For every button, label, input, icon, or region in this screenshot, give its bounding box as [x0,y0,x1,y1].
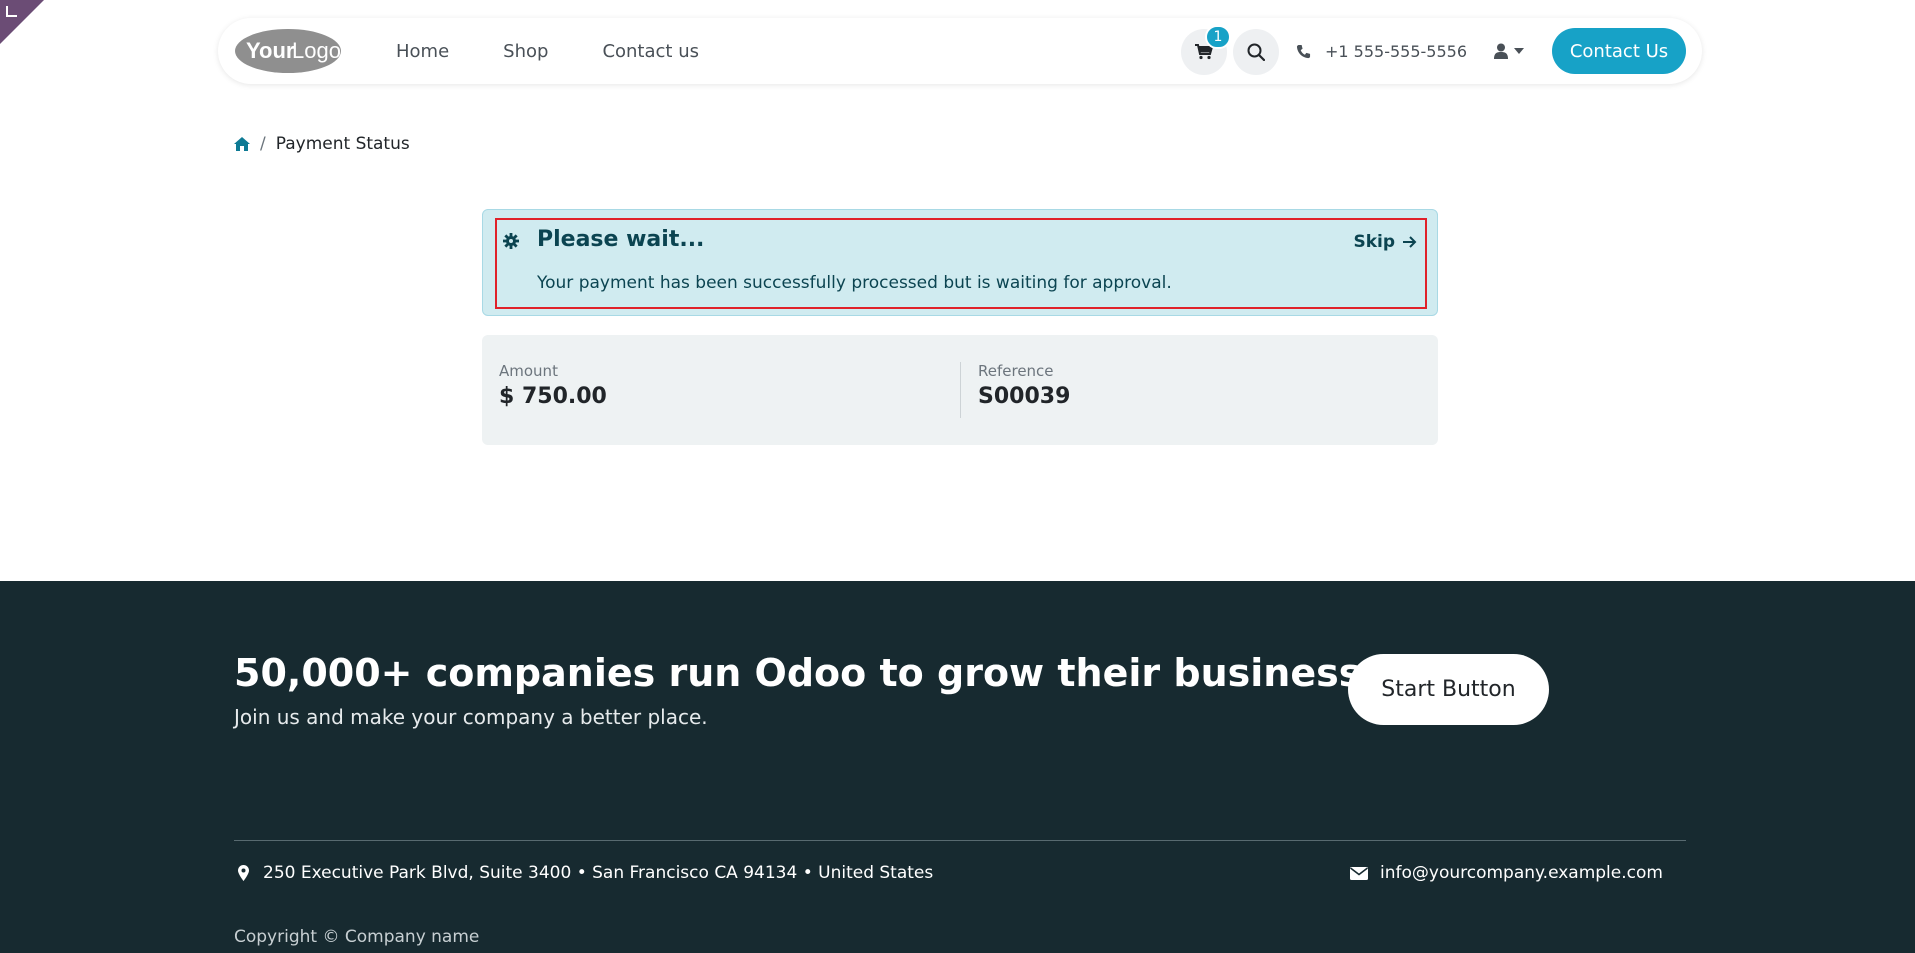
user-menu-dropdown[interactable] [1494,18,1524,84]
reference-value: S00039 [978,384,1071,409]
skip-link[interactable]: Skip [1353,232,1417,252]
highlight-box: Please wait... Your payment has been suc… [495,218,1427,309]
nav-home[interactable]: Home [396,41,449,62]
user-icon [1494,43,1508,59]
site-footer: 50,000+ companies run Odoo to grow their… [0,581,1915,953]
collapse-corner-icon[interactable] [6,6,17,17]
caret-down-icon [1514,48,1524,54]
phone-number: +1 555-555-5556 [1325,41,1468,61]
amount-value: $ 750.00 [499,384,607,409]
map-marker-icon [238,865,249,881]
nav-shop[interactable]: Shop [503,41,548,62]
skip-label: Skip [1353,232,1395,252]
svg-text:Logo: Logo [292,38,341,63]
top-navbar: Your Logo Home Shop Contact us 1 +1 555-… [218,18,1702,84]
breadcrumb-separator: / [260,134,266,154]
footer-subline: Join us and make your company a better p… [234,705,708,729]
payment-pending-alert: Please wait... Your payment has been suc… [482,209,1438,316]
alert-message: Your payment has been successfully proce… [537,273,1172,293]
logo-graphic: Your Logo [235,29,341,73]
search-button[interactable] [1233,29,1279,75]
main-menu: Home Shop Contact us [396,18,753,84]
contact-us-button[interactable]: Contact Us [1552,28,1686,74]
cart-count-badge: 1 [1205,25,1231,49]
footer-divider [234,840,1686,841]
gear-icon [503,233,519,249]
amount-column: Amount $ 750.00 [499,362,607,409]
search-icon [1247,43,1265,61]
breadcrumb-current: Payment Status [275,134,410,154]
nav-contact-us[interactable]: Contact us [602,41,699,62]
breadcrumb: / Payment Status [234,134,410,154]
start-button[interactable]: Start Button [1348,654,1549,725]
footer-email-link[interactable]: info@yourcompany.example.com [1350,863,1663,883]
reference-column: Reference S00039 [978,362,1070,409]
payment-summary: Amount $ 750.00 Reference S00039 [482,335,1438,445]
envelope-icon [1350,866,1368,880]
summary-divider [960,362,961,418]
reference-label: Reference [978,362,1054,380]
amount-label: Amount [499,362,558,380]
company-logo[interactable]: Your Logo [234,28,342,74]
phone-link[interactable]: +1 555-555-5556 [1296,18,1467,84]
email-text: info@yourcompany.example.com [1380,863,1663,883]
home-icon[interactable] [234,137,250,151]
alert-title: Please wait... [537,227,705,252]
arrow-right-icon [1403,236,1417,248]
copyright-text: Copyright © Company name [234,927,480,947]
cart-button[interactable]: 1 [1181,25,1231,75]
address-text: 250 Executive Park Blvd, Suite 3400 • Sa… [263,863,934,883]
footer-address: 250 Executive Park Blvd, Suite 3400 • Sa… [238,863,933,883]
phone-icon [1296,44,1311,58]
footer-headline: 50,000+ companies run Odoo to grow their… [234,651,1425,695]
svg-text:Your: Your [246,38,295,63]
